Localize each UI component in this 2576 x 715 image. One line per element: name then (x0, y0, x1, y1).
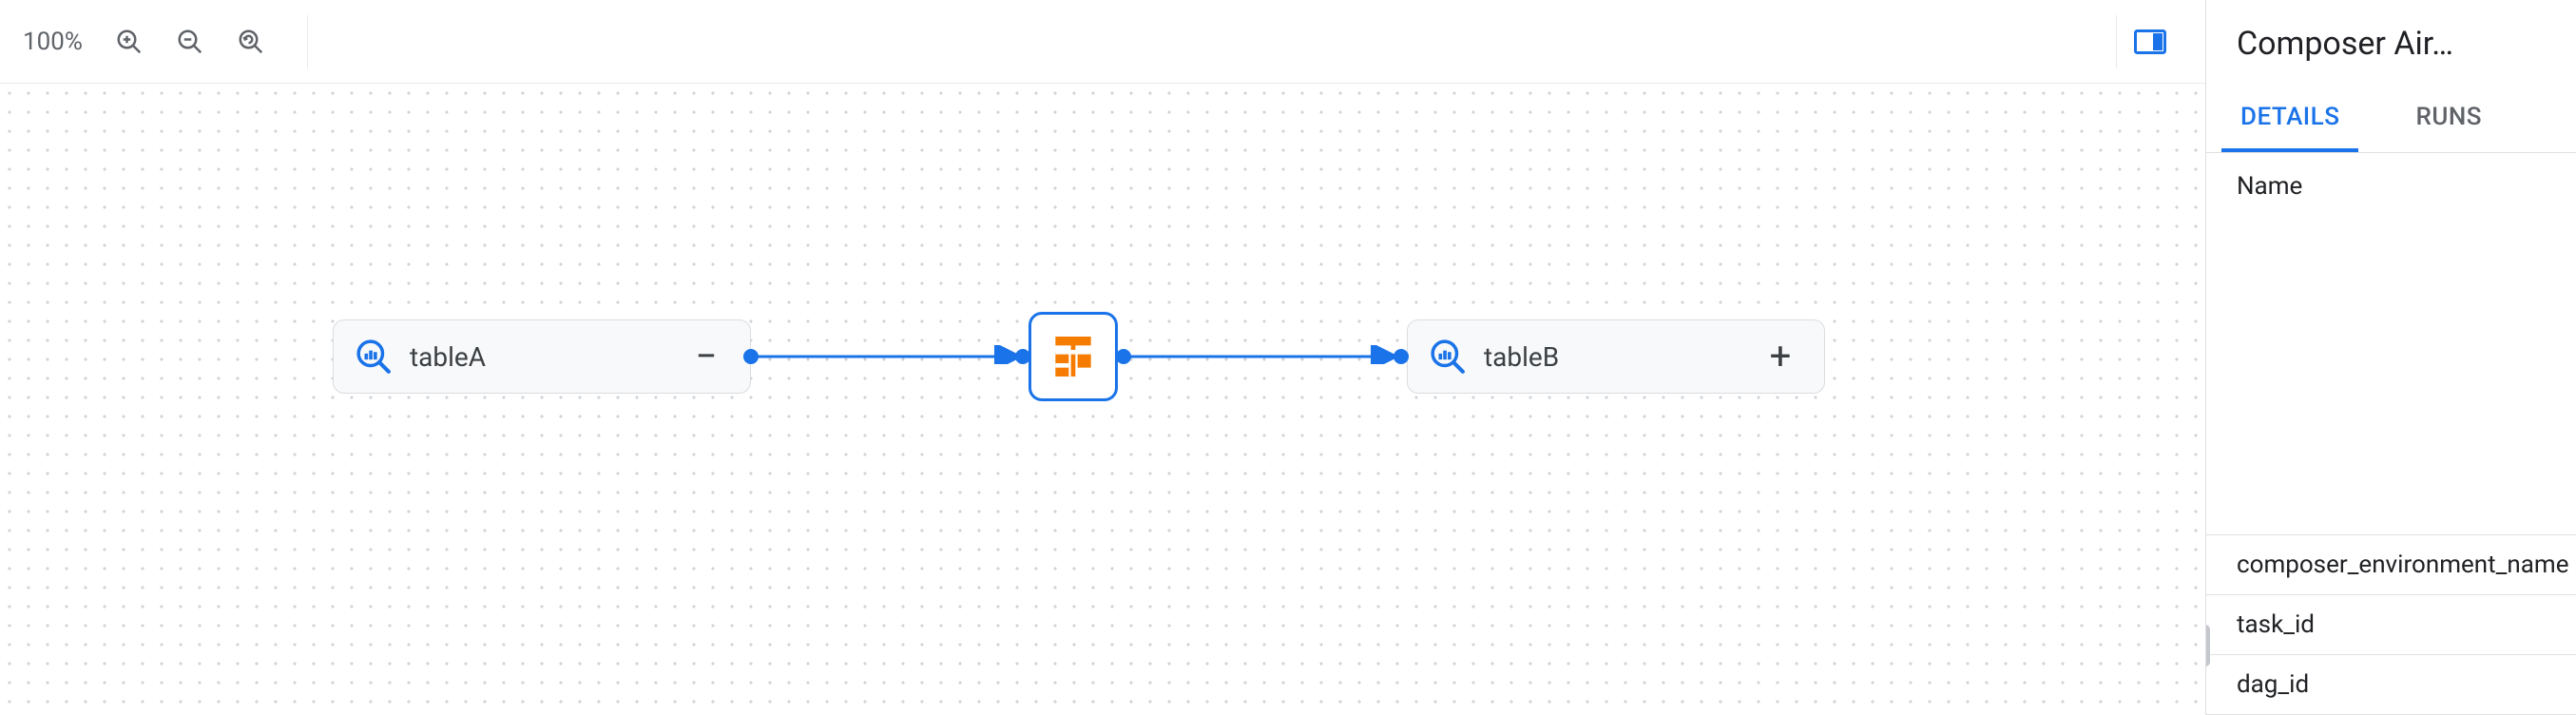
input-port[interactable] (1394, 349, 1409, 364)
node-table-b[interactable]: tableB + (1407, 319, 1825, 394)
panel-title: Composer Air… (2206, 0, 2576, 87)
expand-button[interactable]: + (1761, 338, 1799, 376)
toolbar-divider (307, 15, 308, 68)
edge-a-to-task (751, 345, 1032, 364)
zoom-in-icon[interactable] (115, 28, 144, 56)
zoom-level: 100% (23, 28, 83, 56)
property-task-id[interactable]: task_id (2206, 595, 2576, 655)
output-port[interactable] (1116, 349, 1131, 364)
pipeline-canvas[interactable]: tableA − (0, 84, 2205, 715)
property-composer-env[interactable]: composer_environment_name (2206, 535, 2576, 595)
zoom-out-icon[interactable] (176, 28, 204, 56)
details-sidebar: Composer Air… Details Runs Name composer… (2205, 0, 2576, 715)
zoom-reset-icon[interactable] (237, 28, 265, 56)
input-port[interactable] (1015, 349, 1030, 364)
node-table-a[interactable]: tableA − (333, 319, 751, 394)
property-dag-id[interactable]: dag_id (2206, 655, 2576, 715)
collapse-button[interactable]: − (687, 338, 725, 376)
composer-icon (1046, 329, 1101, 384)
node-label: tableB (1484, 341, 1761, 373)
field-label-name: Name (2206, 153, 2576, 216)
panel-icon (2134, 29, 2166, 54)
edge-task-to-b (1124, 345, 1409, 364)
node-composer-task[interactable] (1028, 312, 1118, 401)
bigquery-icon (1429, 338, 1467, 376)
tab-runs[interactable]: Runs (2396, 87, 2501, 152)
tab-details[interactable]: Details (2221, 87, 2358, 152)
node-label: tableA (410, 341, 687, 373)
canvas-toolbar: 100% (0, 0, 2205, 84)
panel-tabs: Details Runs (2206, 87, 2576, 153)
properties-list: composer_environment_name task_id dag_id (2206, 534, 2576, 715)
output-port[interactable] (743, 349, 759, 364)
toggle-sidebar-button[interactable] (2116, 15, 2182, 68)
scrollbar-thumb[interactable] (2206, 625, 2210, 667)
bigquery-icon (355, 338, 393, 376)
